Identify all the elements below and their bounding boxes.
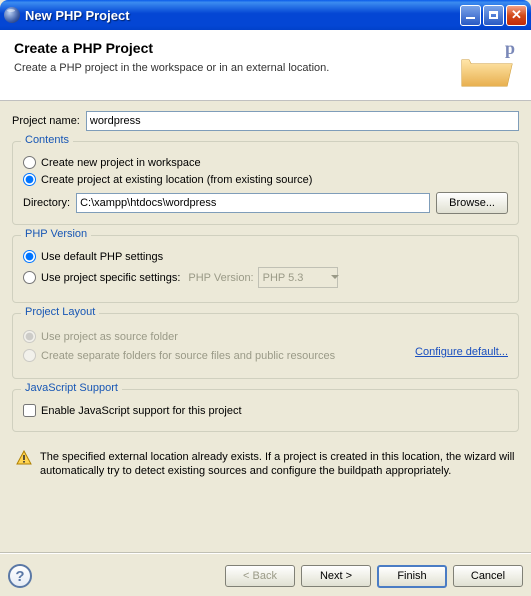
workspace-radio-label[interactable]: Create new project in workspace [41, 157, 201, 169]
eclipse-icon [4, 7, 20, 23]
project-name-input[interactable] [86, 111, 519, 131]
info-text: The specified external location already … [40, 450, 515, 479]
js-support-title: JavaScript Support [21, 382, 122, 394]
minimize-button[interactable] [460, 5, 481, 26]
maximize-button[interactable] [483, 5, 504, 26]
window-title: New PHP Project [25, 8, 460, 23]
default-php-radio-label[interactable]: Use default PHP settings [41, 251, 163, 263]
php-version-combo [258, 267, 338, 288]
existing-location-radio-label[interactable]: Create project at existing location (fro… [41, 174, 312, 186]
php-folder-icon: p [457, 40, 517, 90]
source-folder-radio [23, 330, 36, 343]
page-title: Create a PHP Project [14, 40, 457, 56]
browse-button[interactable]: Browse... [436, 192, 508, 214]
close-button[interactable]: ✕ [506, 5, 527, 26]
default-php-radio[interactable] [23, 250, 36, 263]
specific-php-radio-label[interactable]: Use project specific settings: [41, 272, 180, 284]
svg-text:p: p [505, 40, 515, 58]
workspace-radio[interactable] [23, 156, 36, 169]
enable-js-checkbox-label[interactable]: Enable JavaScript support for this proje… [41, 405, 242, 417]
contents-title: Contents [21, 134, 73, 146]
configure-default-link[interactable]: Configure default... [415, 346, 508, 358]
info-message: The specified external location already … [16, 450, 515, 479]
existing-location-radio[interactable] [23, 173, 36, 186]
separate-folders-radio-label: Create separate folders for source files… [41, 350, 335, 362]
titlebar[interactable]: New PHP Project ✕ [0, 0, 531, 30]
php-version-title: PHP Version [21, 228, 91, 240]
back-button: < Back [225, 565, 295, 587]
project-layout-title: Project Layout [21, 306, 99, 318]
warning-icon [16, 450, 32, 466]
project-layout-group: Project Layout Use project as source fol… [12, 313, 519, 379]
specific-php-radio[interactable] [23, 271, 36, 284]
cancel-button[interactable]: Cancel [453, 565, 523, 587]
wizard-header: Create a PHP Project Create a PHP projec… [0, 30, 531, 101]
separate-folders-radio [23, 349, 36, 362]
project-name-label: Project name: [12, 115, 80, 127]
directory-input[interactable] [76, 193, 430, 213]
finish-button[interactable]: Finish [377, 565, 447, 588]
page-description: Create a PHP project in the workspace or… [14, 62, 457, 74]
source-folder-radio-label: Use project as source folder [41, 331, 178, 343]
enable-js-checkbox[interactable] [23, 404, 36, 417]
php-version-sublabel: PHP Version: [188, 272, 253, 284]
contents-group: Contents Create new project in workspace… [12, 141, 519, 225]
php-version-group: PHP Version Use default PHP settings Use… [12, 235, 519, 303]
next-button[interactable]: Next > [301, 565, 371, 587]
help-button[interactable]: ? [8, 564, 32, 588]
js-support-group: JavaScript Support Enable JavaScript sup… [12, 389, 519, 432]
directory-label: Directory: [23, 197, 70, 209]
